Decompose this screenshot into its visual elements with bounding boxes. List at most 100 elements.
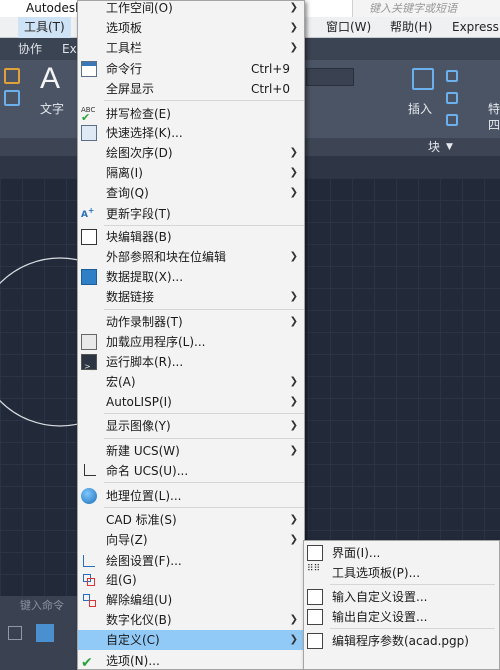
menu-item-label: 命名 UCS(U)... <box>106 464 189 478</box>
menu-item-label: 全屏显示 <box>106 82 155 96</box>
interface-icon <box>307 545 323 561</box>
ribbon-four-label: 四 <box>488 118 500 132</box>
customize-submenu: 界面(I)... ⠿⠿ 工具选项板(P)... 输入自定义设置... 输出自定义… <box>303 540 500 670</box>
menu-item-shortcut: Ctrl+9 <box>250 62 290 76</box>
ribbon-block-label: 块 <box>428 140 441 154</box>
submenu-item-label: 输出自定义设置... <box>332 610 428 624</box>
checkmark-icon: ✔ <box>81 655 93 670</box>
menu-separator <box>104 309 304 310</box>
insert-block-icon[interactable] <box>412 68 434 90</box>
submenu-item-import-customizations[interactable]: 输入自定义设置... <box>304 587 499 607</box>
menu-item-label: 向导(Z) <box>106 533 148 547</box>
menu-item-label: 数据链接 <box>106 290 155 304</box>
menu-item-named-ucs[interactable]: 命名 UCS(U)... <box>78 461 304 481</box>
menu-item-options[interactable]: ✔ 选项(N)... <box>78 651 304 670</box>
menu-item-load-application[interactable]: 加载应用程序(L)... <box>78 332 304 352</box>
tab-collab[interactable]: 协作 <box>12 38 48 60</box>
menu-item-display-image[interactable]: 显示图像(Y) ❯ <box>78 416 304 436</box>
command-input[interactable]: 键入命令 <box>0 596 78 616</box>
menu-item-action-recorder[interactable]: 动作录制器(T) ❯ <box>78 312 304 332</box>
menu-separator <box>104 100 304 101</box>
menu-item-group[interactable]: 组(G) <box>78 570 304 590</box>
menu-item-inquiry[interactable]: 查询(Q) ❯ <box>78 183 304 203</box>
submenu-item-interface[interactable]: 界面(I)... <box>304 543 499 563</box>
text-large-icon[interactable]: A <box>40 62 60 96</box>
menu-item-ungroup[interactable]: 解除编组(U) <box>78 590 304 610</box>
menu-item-xref-edit[interactable]: 外部参照和块在位编辑 ❯ <box>78 247 304 267</box>
menu-item-autolisp[interactable]: AutoLISP(I) ❯ <box>78 392 304 412</box>
menu-item-tablet[interactable]: 数字化仪(B) ❯ <box>78 610 304 630</box>
menu-item-data-links[interactable]: 数据链接 ❯ <box>78 287 304 307</box>
menu-item-geo-location[interactable]: 地理位置(L)... <box>78 486 304 506</box>
submenu-item-label: 编辑程序参数(acad.pgp) <box>332 634 469 648</box>
cube-icon[interactable] <box>4 90 20 106</box>
chevron-right-icon: ❯ <box>289 316 298 327</box>
menu-item-toolbars[interactable]: 工具栏 ❯ <box>78 38 304 58</box>
submenu-item-label: 输入自定义设置... <box>332 590 428 604</box>
menu-item-cad-standards[interactable]: CAD 标准(S) ❯ <box>78 510 304 530</box>
submenu-item-export-customizations[interactable]: 输出自定义设置... <box>304 607 499 627</box>
quick-select-icon <box>81 125 97 141</box>
menu-item-isolate[interactable]: 隔离(I) ❯ <box>78 163 304 183</box>
edit-block-icon[interactable] <box>446 92 458 104</box>
menu-item-label: 命令行 <box>106 62 143 76</box>
menu-item-macro[interactable]: 宏(A) ❯ <box>78 372 304 392</box>
ribbon-insert-label: 插入 <box>408 102 433 116</box>
menu-item-shortcut: Ctrl+0 <box>250 82 290 96</box>
menu-express[interactable]: Express <box>446 17 500 38</box>
snap-icon[interactable] <box>36 624 54 642</box>
layer-dropdown[interactable] <box>306 68 354 86</box>
model-grid-icon[interactable] <box>8 626 22 640</box>
menu-item-palettes[interactable]: 选项板 ❯ <box>78 18 304 38</box>
menu-tools[interactable]: 工具(T) <box>18 17 71 38</box>
submenu-item-edit-pgp[interactable]: 编辑程序参数(acad.pgp) <box>304 631 499 651</box>
chevron-right-icon: ❯ <box>289 291 298 302</box>
menu-item-wizards[interactable]: 向导(Z) ❯ <box>78 530 304 550</box>
menu-separator <box>330 584 495 585</box>
tools-menu: 工作空间(O) ❯ 选项板 ❯ 工具栏 ❯ 命令行 Ctrl+9 全屏显示 Ctrl+0 … <box>77 0 305 670</box>
menu-item-workspaces[interactable]: 工作空间(O) ❯ <box>78 0 304 18</box>
create-block-icon[interactable] <box>446 70 458 82</box>
search-input[interactable]: 键入关键字或短语 <box>352 0 500 17</box>
spell-check-icon: ABC ✔ <box>81 106 96 124</box>
load-application-icon <box>81 334 97 350</box>
menu-item-block-editor[interactable]: 块编辑器(B) <box>78 227 304 247</box>
menu-item-spell-check[interactable]: ABC ✔ 拼写检查(E) <box>78 104 304 124</box>
menu-item-label: 快速选择(K)... <box>106 126 183 140</box>
chevron-right-icon: ❯ <box>289 2 298 13</box>
menu-help[interactable]: 帮助(H) <box>384 17 438 38</box>
ungroup-icon <box>81 592 97 608</box>
menu-item-data-extraction[interactable]: 数据提取(X)... <box>78 267 304 287</box>
menu-item-label: 选项(N)... <box>106 654 160 668</box>
export-icon <box>307 609 323 625</box>
block-attr-icon[interactable] <box>446 114 458 126</box>
menu-item-command-line[interactable]: 命令行 Ctrl+9 <box>78 59 304 79</box>
update-fields-icon: A+ <box>81 206 95 220</box>
drafting-settings-icon <box>81 553 97 569</box>
ribbon-special-label: 特 <box>488 102 500 116</box>
menu-item-customize[interactable]: 自定义(C) ❯ <box>78 630 304 650</box>
menu-item-quick-select[interactable]: 快速选择(K)... <box>78 123 304 143</box>
menu-item-label: 组(G) <box>106 573 137 587</box>
submenu-item-label: 界面(I)... <box>332 546 381 560</box>
pencil-icon[interactable] <box>4 68 20 84</box>
menu-item-label: 更新字段(T) <box>106 207 171 221</box>
menu-item-label: 自定义(C) <box>106 633 160 647</box>
submenu-item-tool-palettes[interactable]: ⠿⠿ 工具选项板(P)... <box>304 563 499 583</box>
command-line-icon <box>81 61 97 77</box>
menu-item-update-fields[interactable]: A+ 更新字段(T) <box>78 204 304 224</box>
menu-item-run-script[interactable]: >_ 运行脚本(R)... <box>78 352 304 372</box>
menu-item-fullscreen[interactable]: 全屏显示 Ctrl+0 <box>78 79 304 99</box>
menu-item-draw-order[interactable]: 绘图次序(D) ❯ <box>78 143 304 163</box>
menu-item-label: 工作空间(O) <box>106 1 173 15</box>
menu-item-drafting-settings[interactable]: 绘图设置(F)... <box>78 551 304 571</box>
import-icon <box>307 589 323 605</box>
menu-separator <box>104 413 304 414</box>
ribbon-text-label: 文字 <box>40 102 65 116</box>
chevron-right-icon: ❯ <box>289 445 298 456</box>
menu-window[interactable]: 窗口(W) <box>320 17 377 38</box>
menu-item-new-ucs[interactable]: 新建 UCS(W) ❯ <box>78 441 304 461</box>
menu-separator <box>104 507 304 508</box>
menu-item-label: 新建 UCS(W) <box>106 444 180 458</box>
chevron-down-icon[interactable]: ▼ <box>446 138 453 156</box>
